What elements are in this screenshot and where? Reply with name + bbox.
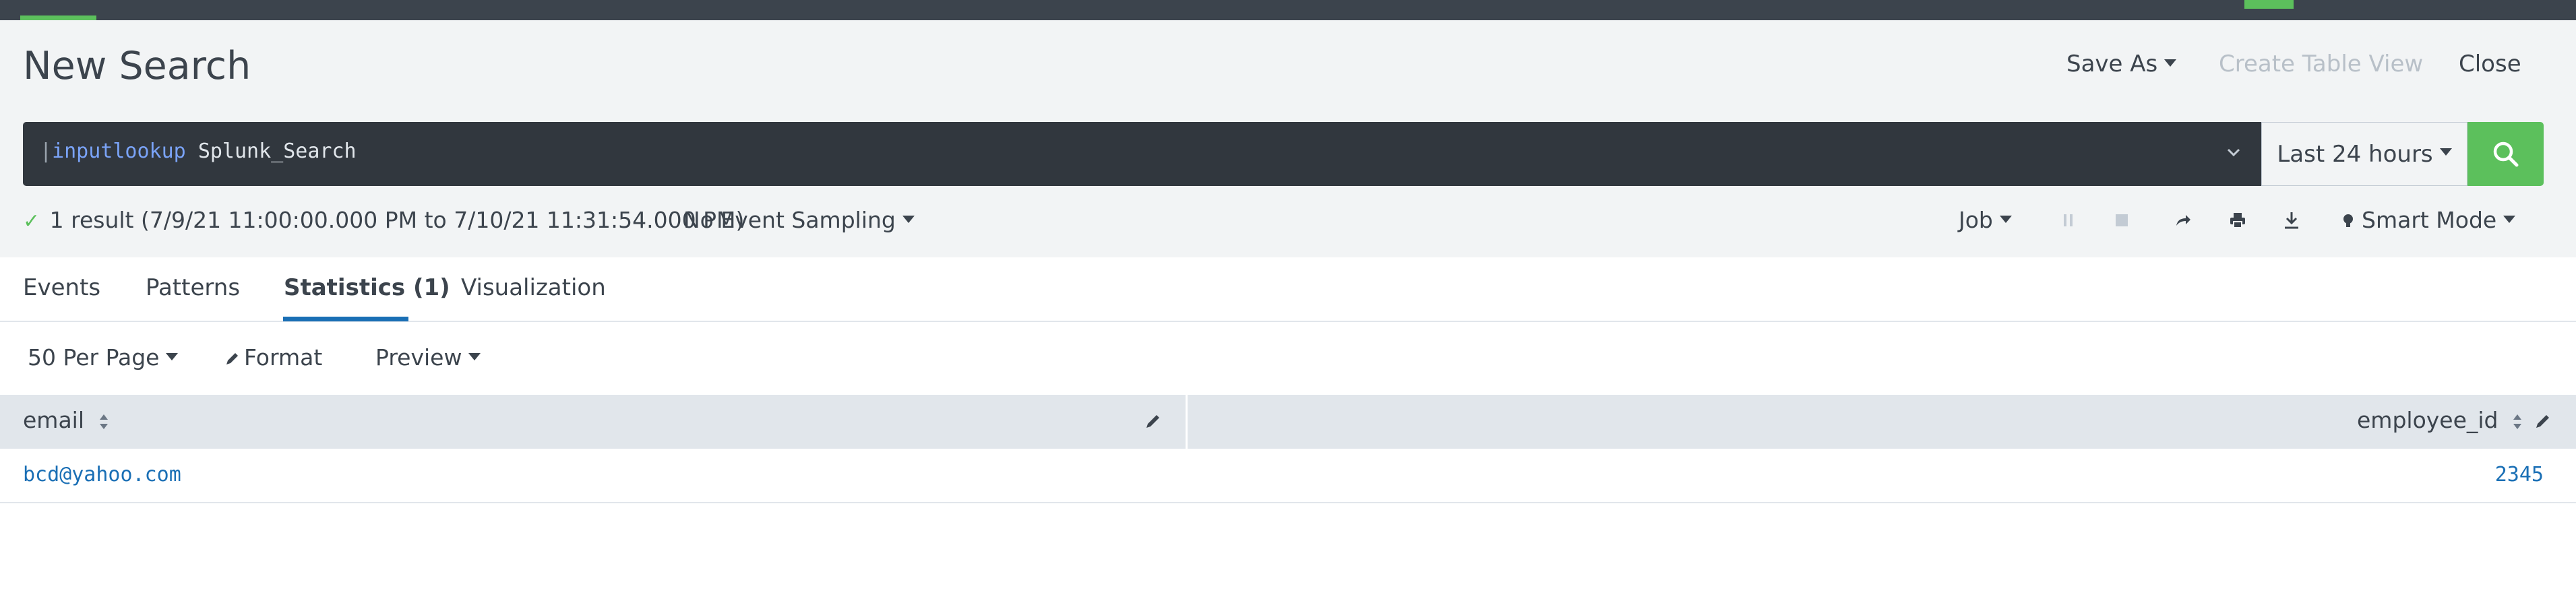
caret-down-icon — [166, 353, 179, 360]
tab-patterns[interactable]: Patterns — [146, 276, 240, 299]
column-header-employee-id[interactable]: employee_id — [2357, 409, 2523, 431]
stop-button[interactable] — [2110, 209, 2133, 232]
result-count-text: 1 result (7/9/21 11:00:00.000 PM to 7/10… — [49, 207, 745, 233]
status-indicator — [2244, 0, 2294, 9]
download-icon — [2285, 212, 2298, 229]
table-header — [0, 395, 2576, 449]
save-as-label: Save As — [2066, 51, 2158, 77]
search-mode-label: Smart Mode — [2362, 207, 2497, 233]
edit-column-email-icon[interactable] — [1143, 411, 1163, 431]
search-button[interactable] — [2467, 122, 2544, 186]
column-header-label: employee_id — [2357, 407, 2498, 433]
preview-dropdown[interactable]: Preview — [375, 346, 481, 369]
share-button[interactable] — [2172, 209, 2195, 232]
caret-down-icon — [1999, 216, 2012, 223]
caret-down-icon — [2439, 148, 2452, 156]
search-query-input[interactable]: |inputlookup Splunk_Search — [23, 122, 2261, 186]
save-as-dropdown[interactable]: Save As — [2066, 51, 2177, 77]
edit-column-employee-id-icon[interactable] — [2533, 411, 2553, 431]
table-row-divider — [0, 502, 2576, 503]
caret-down-icon — [2164, 59, 2177, 67]
top-nav-bar — [0, 0, 2576, 20]
chevron-down-icon[interactable] — [2226, 145, 2241, 160]
search-query-text: |inputlookup Splunk_Search — [40, 139, 357, 163]
lightbulb-icon — [2343, 214, 2353, 227]
share-icon — [2176, 215, 2190, 226]
pause-icon — [2064, 214, 2073, 226]
tab-statistics[interactable]: Statistics (1) — [284, 276, 450, 299]
active-app-indicator — [20, 15, 96, 20]
sort-icon[interactable] — [98, 413, 109, 431]
table-cell-email[interactable]: bcd@yahoo.com — [23, 465, 181, 485]
search-icon — [2493, 141, 2518, 166]
print-button[interactable] — [2226, 209, 2249, 232]
table-cell-employee-id[interactable]: 2345 — [2495, 465, 2544, 485]
search-mode-dropdown[interactable]: Smart Mode — [2341, 207, 2516, 233]
format-label: Format — [244, 344, 323, 371]
job-label: Job — [1959, 207, 1993, 233]
page-title: New Search — [23, 44, 251, 88]
search-command: inputlookup — [52, 139, 186, 163]
stop-icon — [2116, 214, 2128, 226]
column-header-email[interactable]: email — [23, 409, 109, 431]
time-range-label: Last 24 hours — [2277, 140, 2433, 168]
result-summary: ✓ 1 result (7/9/21 11:00:00.000 PM to 7/… — [23, 209, 744, 232]
event-sampling-label: No Event Sampling — [683, 207, 896, 233]
caret-down-icon — [902, 216, 915, 223]
search-argument: Splunk_Search — [197, 139, 357, 163]
active-tab-indicator — [283, 317, 408, 321]
caret-down-icon — [468, 353, 481, 360]
time-range-picker[interactable]: Last 24 hours — [2261, 122, 2467, 186]
print-icon — [2230, 213, 2245, 228]
export-button[interactable] — [2280, 209, 2303, 232]
checkmark-icon: ✓ — [23, 210, 40, 233]
event-sampling-dropdown[interactable]: No Event Sampling — [683, 209, 915, 231]
format-button[interactable]: Format — [224, 346, 322, 369]
tab-events[interactable]: Events — [23, 276, 100, 299]
create-table-view-button[interactable]: Create Table View — [2219, 53, 2423, 75]
close-button[interactable]: Close — [2459, 53, 2521, 75]
sort-icon[interactable] — [2512, 413, 2523, 431]
caret-down-icon — [2503, 216, 2516, 223]
pipe-char: | — [40, 139, 53, 163]
column-divider — [1186, 395, 1188, 449]
preview-label: Preview — [375, 344, 462, 371]
pencil-icon — [226, 352, 238, 364]
pause-button[interactable] — [2057, 209, 2080, 232]
column-header-label: email — [23, 407, 85, 433]
job-menu[interactable]: Job — [1959, 209, 2012, 231]
per-page-label: 50 Per Page — [28, 344, 160, 371]
per-page-dropdown[interactable]: 50 Per Page — [28, 344, 179, 371]
tab-visualization[interactable]: Visualization — [461, 276, 606, 299]
